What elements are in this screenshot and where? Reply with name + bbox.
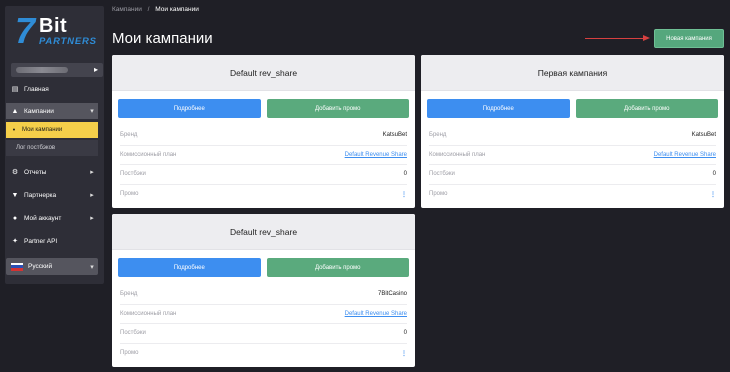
language-label: Русский — [28, 263, 53, 270]
sidebar-item-partners[interactable]: ▼ Партнерка ▸ — [6, 187, 98, 203]
campaign-card: Default rev_share Подробнее Добавить про… — [112, 214, 415, 367]
row-key: Комиссионный план — [429, 151, 486, 158]
row-key: Постбэки — [120, 330, 146, 337]
sidebar-item-label: Отчеты — [24, 168, 47, 176]
brand-row: Бренд 7BitCasino — [120, 285, 407, 305]
language-selector[interactable]: Русский ▾ — [6, 258, 98, 275]
logo-partners: PARTNERS — [39, 36, 97, 47]
annotation-arrow-line — [585, 38, 645, 39]
more-icon[interactable]: ⋮ — [710, 191, 716, 198]
page-title: Мои кампании — [112, 30, 213, 47]
promo-row: Промо ⋮ — [120, 344, 407, 364]
row-key: Промо — [120, 191, 139, 198]
more-icon[interactable]: ⋮ — [401, 191, 407, 198]
sidebar-item-account[interactable]: ● Мой аккаунт ▸ — [6, 210, 98, 226]
postbacks-row: Постбэки 0 — [120, 165, 407, 185]
sidebar-item-home[interactable]: ▤ Главная — [6, 81, 98, 97]
account-icon: ● — [12, 214, 18, 222]
brand-row: Бренд KatsuBet — [429, 126, 716, 146]
sidebar-subitem-label: Лог постбэков — [16, 145, 56, 151]
home-icon: ▤ — [11, 86, 19, 93]
row-value: 0 — [712, 171, 716, 178]
row-value: KatsuBet — [382, 132, 407, 139]
sidebar-item-partner-api[interactable]: ✦ Partner API — [6, 233, 98, 249]
row-value: 0 — [403, 171, 407, 178]
chevron-right-icon: ▸ — [93, 65, 98, 74]
flag-ru-icon — [11, 262, 23, 271]
campaign-card: Первая кампания Подробнее Добавить промо… — [421, 55, 724, 208]
reports-icon: ⚙ — [11, 169, 19, 176]
commission-plan-link[interactable]: Default Revenue Share — [345, 152, 407, 158]
breadcrumb-separator: / — [147, 6, 150, 13]
postbacks-row: Постбэки 0 — [429, 165, 716, 185]
sidebar-item-label: Партнерка — [24, 191, 57, 199]
row-key: Постбэки — [429, 171, 455, 178]
sidebar-item-label: Главная — [24, 85, 49, 93]
sidebar-item-label: Partner API — [24, 237, 58, 245]
user-menu[interactable]: ▸ — [11, 63, 103, 77]
sidebar-subitem-postback-log[interactable]: Лог постбэков — [6, 140, 98, 156]
details-button[interactable]: Подробнее — [427, 99, 570, 118]
campaign-card-title: Default rev_share — [112, 214, 415, 250]
row-key: Бренд — [120, 291, 138, 298]
campaign-card-title: Default rev_share — [112, 55, 415, 91]
row-value: 7BitCasino — [377, 291, 407, 298]
promo-row: Промо ⋮ — [429, 185, 716, 205]
details-button[interactable]: Подробнее — [118, 99, 261, 118]
row-key: Промо — [120, 350, 139, 357]
new-campaign-button[interactable]: Новая кампания — [654, 29, 724, 48]
api-icon: ✦ — [12, 238, 18, 245]
chevron-right-icon: ▸ — [90, 192, 94, 199]
details-button[interactable]: Подробнее — [118, 258, 261, 277]
bullet-icon: • — [12, 126, 16, 134]
sidebar-subitem-my-campaigns[interactable]: • Мои кампании — [6, 122, 98, 138]
row-key: Промо — [429, 191, 448, 198]
commission-plan-row: Комиссионный план Default Revenue Share — [429, 146, 716, 165]
commission-plan-link[interactable]: Default Revenue Share — [345, 311, 407, 317]
sidebar-item-label: Мой аккаунт — [24, 214, 62, 222]
row-key: Комиссионный план — [120, 151, 177, 158]
commission-plan-row: Комиссионный план Default Revenue Share — [120, 146, 407, 165]
more-icon[interactable]: ⋮ — [401, 350, 407, 357]
promo-row: Промо ⋮ — [120, 185, 407, 205]
breadcrumb-parent[interactable]: Кампании — [112, 6, 142, 13]
add-promo-button[interactable]: Добавить промо — [575, 99, 718, 118]
chevron-down-icon: ▾ — [90, 263, 94, 271]
brand-row: Бренд KatsuBet — [120, 126, 407, 146]
row-key: Постбэки — [120, 171, 146, 178]
chevron-right-icon: ▸ — [90, 215, 94, 222]
breadcrumb: Кампании / Мои кампании — [112, 6, 199, 13]
add-promo-button[interactable]: Добавить промо — [266, 258, 409, 277]
logo[interactable]: 7 Bit PARTNERS — [15, 13, 99, 57]
sidebar-subitem-label: Мои кампании — [22, 127, 63, 133]
postbacks-row: Постбэки 0 — [120, 324, 407, 344]
campaign-card-title: Первая кампания — [421, 55, 724, 91]
breadcrumb-current: Мои кампании — [155, 6, 199, 13]
blurred-username — [16, 67, 68, 73]
sidebar-item-reports[interactable]: ⚙ Отчеты ▸ — [6, 164, 98, 180]
add-promo-button[interactable]: Добавить промо — [266, 99, 409, 118]
commission-plan-link[interactable]: Default Revenue Share — [654, 152, 716, 158]
row-key: Бренд — [120, 132, 138, 139]
row-key: Бренд — [429, 132, 447, 139]
chevron-right-icon: ▸ — [90, 169, 94, 176]
campaign-card: Default rev_share Подробнее Добавить про… — [112, 55, 415, 208]
commission-plan-row: Комиссионный план Default Revenue Share — [120, 305, 407, 324]
campaigns-icon: ▲ — [11, 107, 19, 115]
sidebar-item-campaigns[interactable]: ▲ Кампании ▾ — [6, 103, 98, 119]
annotation-arrow-head — [643, 35, 650, 41]
row-value: KatsuBet — [691, 132, 716, 139]
chevron-down-icon: ▾ — [90, 108, 94, 115]
sidebar-item-label: Кампании — [24, 107, 54, 115]
logo-seven: 7 — [15, 10, 36, 51]
row-key: Комиссионный план — [120, 310, 177, 317]
row-value: 0 — [403, 330, 407, 337]
logo-bit: Bit — [39, 15, 68, 37]
partners-icon: ▼ — [11, 191, 19, 199]
